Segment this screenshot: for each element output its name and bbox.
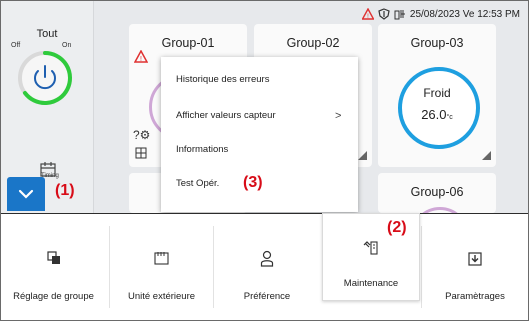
- group-card-03[interactable]: Group-03 Froid 26.0°c: [378, 24, 496, 167]
- toolbar-label: Réglage de groupe: [13, 291, 94, 302]
- toolbar-group-settings[interactable]: Réglage de groupe: [1, 214, 106, 320]
- user-icon: [260, 250, 274, 267]
- toolbar-label: Maintenance: [343, 278, 399, 289]
- group-mode: Froid: [423, 86, 451, 100]
- menu-item-test-operation[interactable]: Test Opér.: [176, 178, 219, 189]
- main-area: ! 25/08/2023 Ve 12:53 PM Tout Off On Tim…: [1, 1, 528, 265]
- power-toggle[interactable]: [17, 50, 73, 106]
- schedule-icon[interactable]: [394, 8, 406, 20]
- shield-icon[interactable]: [378, 8, 390, 20]
- group-name: Group-01: [161, 36, 215, 50]
- mode-icon: ?⚙: [133, 128, 151, 142]
- chevron-right-icon: >: [335, 110, 342, 122]
- menu-item-sensor-values[interactable]: Afficher valeurs capteur: [176, 110, 276, 121]
- temp-unit: °c: [446, 114, 453, 121]
- grid-icon: [135, 147, 147, 159]
- all-units-title: Tout: [36, 28, 58, 40]
- group-settings-icon: [47, 251, 60, 264]
- group-name: Group-03: [410, 36, 464, 50]
- warning-icon[interactable]: !: [361, 8, 374, 20]
- bottom-toolbar: Réglage de groupe Unité extérieure Préfé…: [1, 213, 528, 320]
- callout-2: (2): [387, 219, 407, 236]
- toolbar-label: Préférence: [243, 291, 291, 302]
- group-temp: 26.0°c: [378, 106, 496, 124]
- off-label: Off: [11, 42, 21, 49]
- card-corner-icon: [482, 151, 491, 160]
- menu-item-information[interactable]: Informations: [176, 144, 228, 155]
- app-frame: ! 25/08/2023 Ve 12:53 PM Tout Off On Tim…: [0, 0, 529, 321]
- toolbar-settings[interactable]: Paramètrages: [422, 214, 528, 320]
- callout-3: (3): [243, 174, 263, 191]
- download-box-icon: [468, 252, 482, 266]
- toolbar-label: Unité extérieure: [127, 291, 196, 302]
- maintenance-tools-icon: [363, 241, 378, 255]
- group-name: Group-02: [286, 36, 340, 50]
- temp-value: 26.0: [421, 107, 447, 122]
- alert-icon: !: [134, 50, 148, 63]
- datetime-text: 25/08/2023 Ve 12:53 PM: [409, 8, 520, 20]
- group-card-06[interactable]: Group-06: [378, 173, 496, 265]
- card-corner-icon: [358, 151, 367, 160]
- toolbar-label: Paramètrages: [445, 291, 505, 302]
- on-label: On: [62, 42, 72, 49]
- toolbar-preference[interactable]: Préférence: [214, 214, 320, 320]
- chevron-down-icon: [18, 189, 34, 199]
- menu-item-error-history[interactable]: Historique des erreurs: [176, 74, 269, 85]
- outdoor-unit-icon: [154, 252, 169, 265]
- callout-1: (1): [55, 182, 75, 199]
- svg-text:!: !: [140, 56, 142, 63]
- toolbar-outdoor-unit[interactable]: Unité extérieure: [110, 214, 213, 320]
- collapse-menu-button[interactable]: [7, 177, 45, 211]
- group-name: Group-06: [410, 185, 464, 199]
- status-bar: ! 25/08/2023 Ve 12:53 PM: [361, 7, 520, 21]
